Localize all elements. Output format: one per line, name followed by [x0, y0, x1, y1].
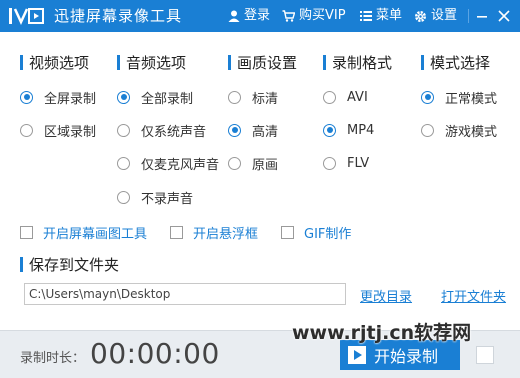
login-button[interactable]: 登录	[228, 6, 270, 26]
radio-mic-audio-only[interactable]: 仅麦克风声音	[117, 154, 220, 173]
heading-accent	[323, 54, 326, 70]
checkbox-floating-frame[interactable]: 开启悬浮框	[170, 223, 259, 242]
radio-indicator	[228, 156, 241, 170]
menu-label: 菜单	[376, 8, 403, 23]
heading-accent	[20, 54, 23, 70]
radio-indicator	[421, 123, 434, 137]
radio-format-flv[interactable]: FLV	[323, 154, 369, 172]
video-options-title: 视频选项	[29, 53, 90, 72]
option-label: 仅系统声音	[141, 124, 207, 140]
change-directory-link[interactable]: 更改目录	[360, 286, 412, 305]
user-icon	[228, 10, 240, 22]
radio-indicator	[20, 123, 33, 137]
checkbox-indicator	[20, 225, 33, 239]
mode-select-title: 模式选择	[430, 53, 491, 72]
checkbox-screen-draw-tool[interactable]: 开启屏幕画图工具	[20, 223, 148, 242]
cart-icon	[282, 10, 295, 22]
radio-record-all-audio[interactable]: 全部录制	[117, 88, 194, 107]
record-format-title: 录制格式	[332, 53, 393, 72]
play-icon	[348, 346, 366, 364]
radio-indicator	[117, 90, 130, 104]
option-label: 原画	[252, 157, 279, 173]
checkbox-indicator	[281, 225, 294, 239]
radio-no-audio[interactable]: 不录声音	[117, 188, 194, 207]
app-title: 迅捷屏幕录像工具	[54, 7, 183, 25]
checkbox-gif-maker[interactable]: GIF制作	[281, 223, 352, 242]
radio-indicator	[228, 123, 241, 137]
checkbox-indicator	[170, 225, 183, 239]
option-label: 仅麦克风声音	[141, 157, 220, 173]
radio-indicator	[323, 156, 336, 170]
stop-icon[interactable]	[476, 346, 494, 364]
buy-vip-button[interactable]: 购买VIP	[282, 6, 346, 26]
radio-quality-original[interactable]: 原画	[228, 154, 279, 173]
minimize-icon[interactable]	[472, 6, 492, 26]
option-label: 全部录制	[141, 91, 194, 107]
option-label: 正常模式	[445, 91, 498, 107]
menu-button[interactable]: 菜单	[360, 6, 402, 26]
buy-vip-label: 购买VIP	[299, 8, 346, 23]
quality-settings-heading: 画质设置	[228, 52, 297, 72]
quality-settings-title: 画质设置	[237, 53, 298, 72]
close-icon[interactable]	[494, 6, 514, 26]
checkbox-label: GIF制作	[304, 226, 352, 242]
login-label: 登录	[244, 8, 271, 23]
heading-accent	[20, 256, 23, 272]
heading-accent	[421, 54, 424, 70]
save-path-input[interactable]	[24, 283, 346, 305]
heading-accent	[228, 54, 231, 70]
save-folder-heading: 保存到文件夹	[20, 254, 119, 274]
audio-options-title: 音频选项	[126, 53, 187, 72]
start-record-label: 开始录制	[374, 347, 439, 366]
radio-system-audio-only[interactable]: 仅系统声音	[117, 121, 207, 140]
radio-game-mode[interactable]: 游戏模式	[421, 121, 498, 140]
app-logo-icon	[9, 8, 44, 25]
radio-quality-sd[interactable]: 标清	[228, 88, 279, 107]
radio-indicator	[20, 90, 33, 104]
menu-icon	[360, 11, 372, 21]
option-label: 标清	[252, 91, 279, 107]
save-folder-title: 保存到文件夹	[29, 255, 120, 274]
watermark: www.rjtj.cn软荐网	[292, 322, 472, 344]
radio-indicator	[117, 190, 130, 204]
settings-label: 设置	[431, 8, 458, 23]
open-folder-link[interactable]: 打开文件夹	[441, 286, 506, 305]
option-label: 高清	[252, 124, 279, 140]
record-format-heading: 录制格式	[323, 52, 392, 72]
radio-normal-mode[interactable]: 正常模式	[421, 88, 498, 107]
settings-button[interactable]: 设置	[414, 6, 457, 26]
option-label: 不录声音	[141, 191, 194, 207]
checkbox-label: 开启悬浮框	[193, 226, 259, 242]
radio-fullscreen-record[interactable]: 全屏录制	[20, 88, 97, 107]
option-label: FLV	[347, 155, 370, 171]
video-options-heading: 视频选项	[20, 52, 89, 72]
radio-indicator	[228, 90, 241, 104]
option-label: 区域录制	[44, 124, 97, 140]
option-label: 游戏模式	[445, 124, 498, 140]
radio-indicator	[117, 156, 130, 170]
option-label: AVI	[347, 89, 368, 105]
titlebar-divider	[468, 9, 469, 23]
radio-format-mp4[interactable]: MP4	[323, 121, 374, 139]
checkbox-label: 开启屏幕画图工具	[43, 226, 148, 242]
gear-icon	[415, 10, 426, 22]
radio-indicator	[323, 123, 336, 137]
radio-quality-hd[interactable]: 高清	[228, 121, 279, 140]
duration-label: 录制时长：	[20, 351, 86, 366]
option-label: MP4	[347, 122, 375, 138]
heading-accent	[117, 54, 120, 70]
radio-indicator	[421, 90, 434, 104]
radio-format-avi[interactable]: AVI	[323, 88, 368, 106]
mode-select-heading: 模式选择	[421, 52, 490, 72]
radio-region-record[interactable]: 区域录制	[20, 121, 97, 140]
audio-options-heading: 音频选项	[117, 52, 186, 72]
radio-indicator	[117, 123, 130, 137]
radio-indicator	[323, 90, 336, 104]
duration-value: 00:00:00	[90, 337, 220, 370]
option-label: 全屏录制	[44, 91, 97, 107]
title-bar: 迅捷屏幕录像工具 登录 购买VIP 菜单 设置	[0, 0, 520, 32]
